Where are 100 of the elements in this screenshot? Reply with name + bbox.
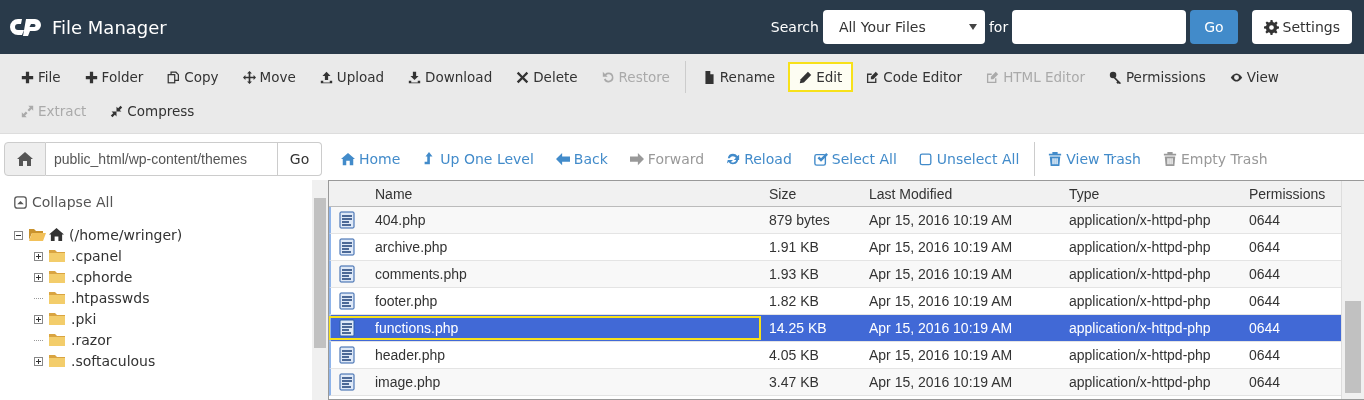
php-file-icon [339,319,355,337]
file-type: application/x-httpd-php [1068,374,1212,390]
collapse-icon [14,195,27,209]
file-permissions: 0644 [1248,266,1282,282]
toolbar-button[interactable]: Compress [99,96,206,126]
move-icon [242,70,256,84]
file-row[interactable]: image.php 3.47 KB Apr 15, 2016 10:19 AM application/x-httpd-php 0644 [329,369,1341,396]
app-title: File Manager [52,16,167,38]
download-icon [408,70,422,84]
eye-icon [1229,70,1243,84]
scrollbar[interactable] [312,180,328,400]
column-header[interactable]: Type [1061,185,1241,202]
folder-icon [48,311,66,326]
nav-link[interactable]: Back [544,151,619,167]
file-type: application/x-httpd-php [1068,320,1212,336]
left-arrow-icon [555,152,570,166]
file-permissions: 0644 [1248,347,1282,363]
restore-icon [601,70,615,84]
file-type: application/x-httpd-php [1068,212,1212,228]
toolbar-button[interactable]: Rename [691,62,787,92]
folder-icon [48,353,66,368]
go-button[interactable]: Go [1190,10,1238,44]
search-scope-dropdown[interactable]: All Your Files [822,10,985,44]
column-header[interactable]: Permissions [1241,185,1341,202]
house-icon [17,151,33,167]
file-permissions: 0644 [1248,293,1282,309]
file-row[interactable]: 404.php 879 bytes Apr 15, 2016 10:19 AM application/x-httpd-php 0644 [329,207,1341,234]
toolbar-button[interactable]: File [10,62,72,92]
collapse-toggle-icon[interactable] [14,230,23,240]
square-icon [918,152,933,166]
folder-item[interactable]: .cpanel [69,247,124,264]
modified-date: Apr 15, 2016 10:19 AM [868,347,1014,363]
toolbar-button[interactable]: Code Editor [855,62,974,92]
collapse-all-button[interactable]: Collapse All [14,194,114,210]
nav-link[interactable]: View Trash [1037,151,1152,167]
folder-item[interactable]: .cphorde [69,268,135,285]
plus-icon [21,70,34,84]
home-button[interactable] [4,142,46,176]
toolbar-button[interactable]: Delete [505,62,589,92]
file-name: image.php [375,374,441,390]
expand-toggle-icon[interactable] [34,251,43,261]
nav-link[interactable]: Reload [715,151,803,167]
column-header[interactable]: Name [367,185,761,202]
edit-icon [986,70,1000,84]
modified-date: Apr 15, 2016 10:19 AM [868,266,1014,282]
path-field[interactable]: public_html/wp-content/themes [46,142,278,176]
expand-toggle-icon[interactable] [34,272,43,282]
column-header[interactable]: Size [761,185,861,202]
php-file-icon [339,211,355,229]
modified-date: Apr 15, 2016 10:19 AM [868,320,1014,336]
nav-link[interactable]: Home [330,151,412,167]
folder-item[interactable]: .htpasswds [69,289,152,306]
file-name: 404.php [375,212,426,228]
toolbar-button[interactable]: Copy [156,62,230,92]
for-label: for [988,19,1009,35]
file-name: archive.php [375,239,448,255]
caret-icon [968,24,977,30]
file-row[interactable]: comments.php 1.93 KB Apr 15, 2016 10:19 AM application/x-httpd-php 0644 [329,261,1341,288]
toolbar-button[interactable]: View [1218,62,1290,92]
php-file-icon [339,292,355,310]
toolbar-button[interactable]: Permissions [1097,62,1217,92]
folder-item[interactable]: .razor [69,331,114,348]
reload-icon [726,152,741,166]
upload-icon [319,70,333,84]
toolbar-button[interactable]: Edit [788,62,854,92]
php-file-icon [339,373,355,391]
nav-link[interactable]: Select All [802,151,908,167]
go-button[interactable]: Go [278,142,322,176]
search-label: Search [770,19,819,35]
toolbar-button[interactable]: Upload [308,62,396,92]
toolbar-button[interactable]: Folder [73,62,155,92]
file-permissions: 0644 [1248,320,1282,336]
file-row[interactable]: functions.php 14.25 KB Apr 15, 2016 10:19 AM application/x-httpd-php 0644 [329,315,1341,342]
search-field[interactable] [1012,10,1187,44]
file-size: 1.93 KB [768,266,820,282]
compress-icon [110,104,124,118]
file-name: footer.php [375,293,438,309]
file-size: 14.25 KB [768,320,828,336]
nav-link[interactable]: Unselect All [907,151,1031,167]
file-size: 1.91 KB [768,239,820,255]
settings-button[interactable]: Settings [1251,10,1352,44]
file-name: comments.php [375,266,467,282]
scrollbar[interactable] [1341,181,1364,399]
file-permissions: 0644 [1248,212,1282,228]
column-header[interactable]: Last Modified [861,185,1061,202]
php-file-icon [339,238,355,256]
nav-link[interactable]: Up One Level [411,151,545,167]
folder-item[interactable]: .softaculous [69,352,158,369]
copy-icon [167,70,181,84]
file-permissions: 0644 [1248,374,1282,390]
toolbar-button[interactable]: Download [397,62,504,92]
file-type: application/x-httpd-php [1068,239,1212,255]
folder-item[interactable]: .pki [69,310,99,327]
modified-date: Apr 15, 2016 10:19 AM [868,212,1014,228]
toolbar-button[interactable]: Move [231,62,307,92]
key-icon [1108,70,1122,84]
expand-toggle-icon[interactable] [34,356,43,366]
folder-item[interactable]: (/home/wringer) [67,226,185,243]
expand-toggle-icon[interactable] [34,314,43,324]
folder-icon [48,269,66,284]
